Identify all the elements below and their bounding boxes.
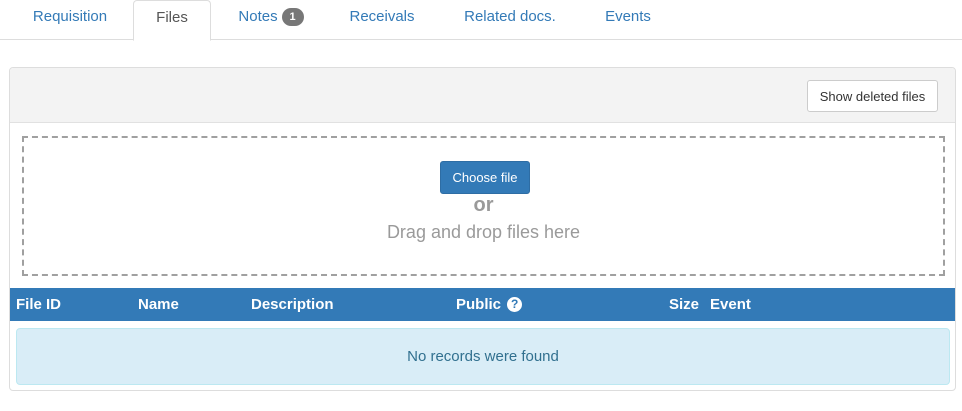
files-panel: Show deleted files Choose file or Drag a… [9, 67, 956, 391]
tab-notes[interactable]: Notes 1 [226, 0, 316, 40]
dropzone-instructions: Drag and drop files here [386, 222, 581, 242]
tab-label: Requisition [32, 8, 108, 25]
column-event[interactable]: Event [710, 288, 751, 321]
no-records-alert: No records were found [16, 328, 950, 385]
tab-events[interactable]: Events [590, 0, 666, 40]
files-table-header: File ID Name Description Public ? Size E… [10, 288, 955, 321]
tab-requisition[interactable]: Requisition [15, 0, 125, 40]
column-name[interactable]: Name [138, 288, 179, 321]
column-public[interactable]: Public ? [456, 288, 523, 321]
column-file-id[interactable]: File ID [16, 288, 61, 321]
notes-count-badge: 1 [281, 8, 304, 26]
dropzone-or-label: or [473, 194, 494, 216]
column-size[interactable]: Size [669, 288, 699, 321]
tab-receivals[interactable]: Receivals [338, 0, 426, 40]
show-deleted-files-button[interactable]: Show deleted files [807, 80, 938, 112]
choose-file-button[interactable]: Choose file [440, 161, 530, 194]
tab-label: Receivals [349, 8, 415, 25]
column-description[interactable]: Description [251, 288, 334, 321]
tab-label: Files [156, 9, 188, 26]
tab-bar: Requisition Files Notes 1 Receivals Relat… [0, 0, 962, 41]
question-circle-icon[interactable]: ? [507, 297, 523, 312]
tab-files[interactable]: Files [133, 0, 211, 41]
column-public-label: Public [456, 296, 502, 313]
tab-label: Notes [238, 8, 278, 25]
file-dropzone[interactable]: Choose file or Drag and drop files here [22, 136, 945, 276]
panel-toolbar: Show deleted files [10, 68, 955, 123]
tab-related-docs[interactable]: Related docs. [450, 0, 570, 40]
tab-label: Related docs. [464, 8, 556, 25]
tab-label: Events [605, 8, 651, 25]
